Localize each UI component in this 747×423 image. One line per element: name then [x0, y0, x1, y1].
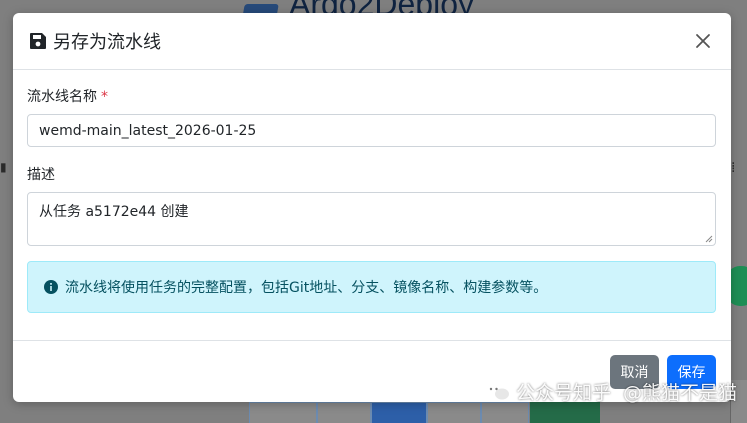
info-alert-text: 流水线将使用任务的完整配置，包括Git地址、分支、镜像名称、构建参数等。 — [65, 280, 548, 296]
watermark-zhihu: 知乎 — [573, 381, 612, 404]
info-circle-icon — [44, 280, 58, 294]
description-value: 从任务 a5172e44 创建 — [39, 204, 189, 220]
background-file-icon: ▮ — [0, 160, 7, 174]
watermark-platform: 公众号 — [516, 381, 574, 404]
close-button[interactable] — [691, 29, 715, 53]
background-tab — [249, 402, 317, 423]
description-textarea[interactable]: 从任务 a5172e44 创建 — [27, 192, 716, 246]
watermark: 公众号 知乎 @熊猫不是猫 — [484, 376, 737, 406]
dialog-header: 另存为流水线 — [13, 13, 731, 70]
pipeline-name-value: wemd-main_latest_2026-01-25 — [39, 122, 257, 139]
watermark-author: @熊猫不是猫 — [623, 381, 738, 404]
pipeline-name-input[interactable]: wemd-main_latest_2026-01-25 — [27, 114, 716, 147]
background-tab — [371, 402, 427, 423]
resize-handle-icon[interactable] — [705, 235, 713, 243]
pipeline-name-label-text: 流水线名称 — [27, 89, 97, 105]
dialog-title: 另存为流水线 — [53, 32, 161, 53]
background-tab — [317, 402, 371, 423]
app-logo: Argo2Deploy — [243, 0, 483, 14]
close-icon — [696, 34, 710, 48]
save-as-pipeline-dialog: 另存为流水线 流水线名称 * wemd-main_latest_2026-01-2… — [13, 13, 731, 402]
wechat-icon — [485, 382, 509, 400]
floppy-disk-icon — [30, 33, 46, 49]
dialog-body: 流水线名称 * wemd-main_latest_2026-01-25 描述 从任… — [13, 70, 731, 313]
background-tab — [427, 402, 481, 423]
pipeline-name-label: 流水线名称 * — [27, 86, 716, 106]
description-label: 描述 — [27, 167, 55, 183]
required-mark: * — [101, 89, 108, 105]
info-alert: 流水线将使用任务的完整配置，包括Git地址、分支、镜像名称、构建参数等。 — [27, 261, 716, 313]
background-menu-icon: ⁞ — [731, 160, 736, 176]
logo-text: Argo2Deploy — [289, 0, 474, 14]
